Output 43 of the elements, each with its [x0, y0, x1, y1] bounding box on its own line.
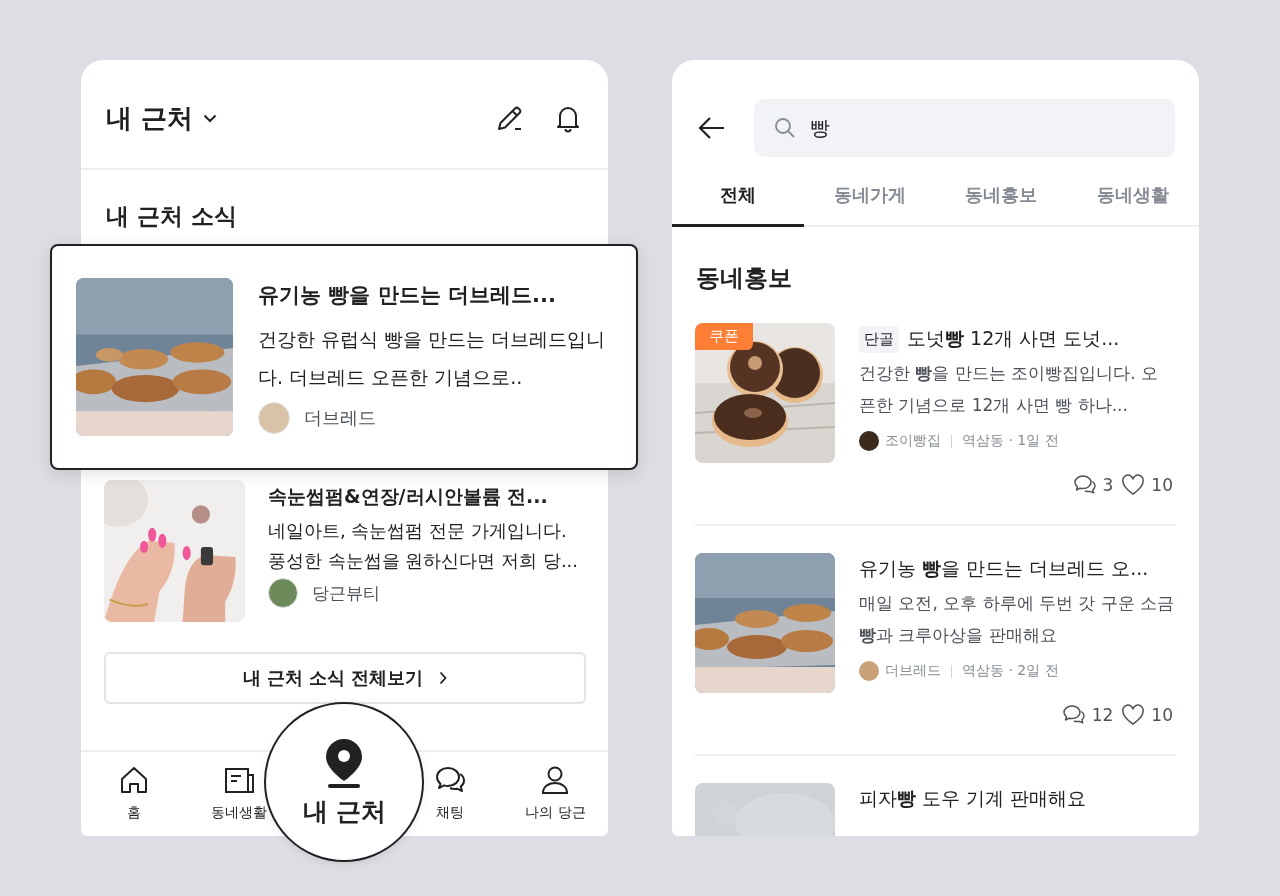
heart-icon [1121, 474, 1146, 496]
coupon-badge: 쿠폰 [695, 323, 753, 350]
search-icon [774, 117, 796, 139]
post-meta: 역삼동 · 2일 전 [962, 662, 1059, 680]
post-meta: 역삼동 · 1일 전 [962, 432, 1059, 450]
author-name: 더브레드 [304, 406, 376, 430]
back-arrow-icon[interactable] [698, 116, 726, 140]
chevron-down-icon[interactable] [203, 113, 218, 123]
chevron-right-icon [439, 671, 448, 685]
comment-count: 3 [1102, 475, 1114, 495]
post-title: 유기농 빵을 만드는 더브레드 오... [859, 556, 1149, 581]
avatar-icon [268, 578, 298, 608]
section-title: 동네홍보 [695, 263, 793, 294]
search-field[interactable]: 빵 [754, 99, 1175, 157]
heart-icon [1121, 704, 1146, 726]
section-title: 내 근처 소식 [105, 202, 238, 231]
like-count: 10 [1151, 705, 1173, 725]
comment-icon [1061, 704, 1086, 726]
nav-item[interactable]: 홈 [117, 752, 150, 836]
post-title: 피자빵 도우 기계 판매해요 [859, 786, 1087, 811]
post-description: 매일 오전, 오후 하루에 두번 갓 구운 소금 빵과 크루아상을 판매해요 [859, 592, 1175, 647]
nav-item[interactable]: 나의 당근 [525, 752, 586, 836]
like-count: 10 [1151, 475, 1173, 495]
avatar-icon [258, 402, 290, 434]
see-all-button[interactable]: 내 근처 소식 전체보기 [104, 652, 586, 704]
post-title: 도넛빵 12개 사면 도넛... [907, 326, 1120, 351]
comment-icon [1072, 474, 1097, 496]
post-description: 네일아트, 속눈썹펌 전문 가게입니다. 풍성한 속눈썹을 원하신다면 저희 당... [268, 519, 580, 573]
location-title[interactable]: 내 근처 [106, 100, 194, 136]
avatar-icon [859, 431, 879, 451]
featured-card[interactable]: 유기농 빵을 만드는 더브레드... 건강한 유럽식 빵을 만드는 더브레드입니다. 더브레드 오픈한 기념으로.. 더브레드 [50, 244, 638, 470]
post-title: 속눈썹펌&연장/러시안볼륨 전... [268, 484, 549, 509]
store-name: 더브레드 [885, 662, 941, 680]
post-description: 건강한 유럽식 빵을 만드는 더브레드입니다. 더브레드 오픈한 기념으로.. [258, 327, 607, 390]
post-description: 건강한 빵을 만드는 조이빵집입니다. 오픈한 기념으로 12개 사면 빵 하나... [859, 362, 1160, 417]
store-name: 조이빵집 [885, 432, 941, 450]
tab[interactable]: 전체 [672, 165, 804, 227]
nav-item[interactable]: 채팅 [433, 752, 466, 836]
post-title: 유기농 빵을 만드는 더브레드... [258, 282, 557, 309]
comment-count: 12 [1091, 705, 1114, 725]
avatar-icon [859, 661, 879, 681]
regular-tag: 단골 [859, 325, 899, 353]
author-name: 당근뷰티 [312, 581, 380, 605]
